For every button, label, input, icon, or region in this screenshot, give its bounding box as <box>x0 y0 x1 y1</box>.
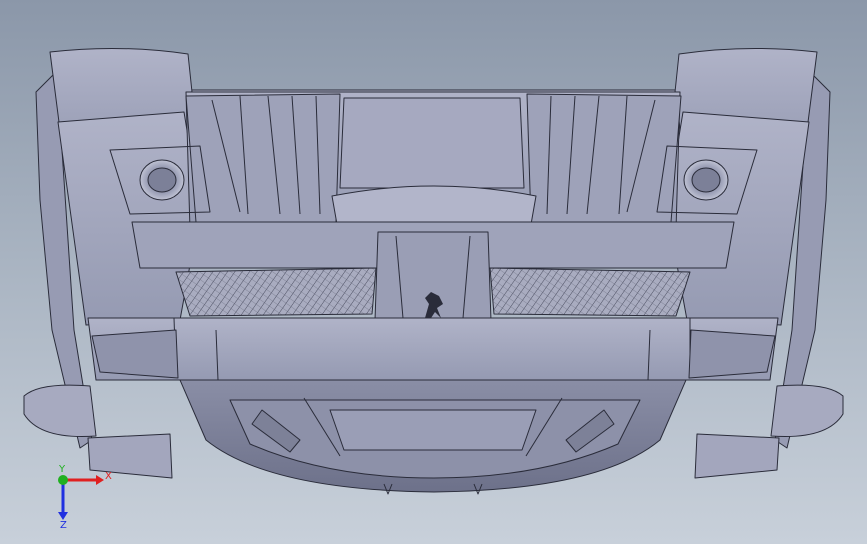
lower-bumper <box>87 317 779 381</box>
right-side-pod <box>666 111 810 326</box>
y-axis-label: Y <box>58 464 66 475</box>
z-axis-arrow <box>58 512 68 520</box>
right-grille <box>489 267 691 317</box>
car-rear-diffuser-model[interactable] <box>0 0 867 544</box>
x-axis-label: X <box>105 471 112 482</box>
center-top-panel <box>339 97 525 189</box>
left-side-pod <box>57 111 201 326</box>
left-flap <box>91 329 179 379</box>
right-winglet <box>694 433 780 479</box>
z-axis-label: Z <box>60 520 67 531</box>
left-grille <box>175 267 377 317</box>
graphics-viewport[interactable]: X Z Y <box>0 0 867 544</box>
orientation-triad: X Z Y <box>58 464 112 531</box>
left-canard <box>23 384 97 437</box>
x-axis-arrow <box>96 475 104 485</box>
y-axis-dot <box>58 475 68 485</box>
right-canard <box>770 384 844 437</box>
right-flap <box>688 329 776 379</box>
